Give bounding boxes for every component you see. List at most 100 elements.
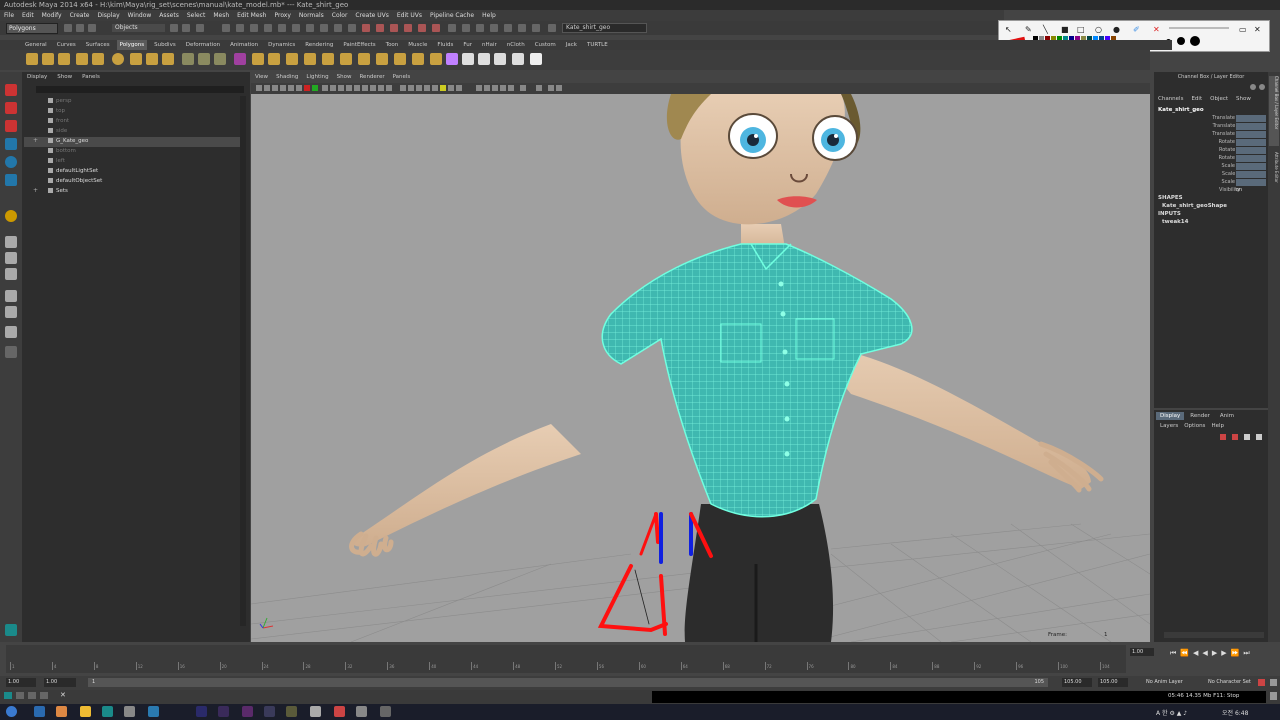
- smooth-icon[interactable]: [252, 53, 264, 65]
- wireframe-on-shaded-icon[interactable]: [362, 85, 368, 91]
- poly-cube-icon[interactable]: [42, 53, 54, 65]
- channel-box-object-name[interactable]: Kate_shirt_geo: [1158, 107, 1204, 113]
- highlighter-icon[interactable]: ✐: [1133, 25, 1140, 34]
- rotate-tool-icon[interactable]: [5, 156, 17, 168]
- shelf-tab-deformation[interactable]: Deformation: [183, 40, 223, 50]
- separate-icon[interactable]: [198, 53, 210, 65]
- expand-icon[interactable]: +: [33, 137, 38, 144]
- attr-rotate-y[interactable]: Rotate Y: [1160, 147, 1240, 153]
- layout-custom-icon[interactable]: [5, 346, 17, 358]
- color-management-icon[interactable]: [508, 85, 514, 91]
- shelf-tab-custom[interactable]: Custom: [532, 40, 559, 50]
- viewport-menu-show[interactable]: Show: [337, 74, 352, 83]
- cursor-icon[interactable]: ↖: [1005, 25, 1012, 34]
- shelf-tab-jack[interactable]: Jack: [563, 40, 580, 50]
- anti-aliasing-icon[interactable]: [448, 85, 454, 91]
- layer-scrollbar[interactable]: [1164, 632, 1264, 638]
- scale-tool-icon[interactable]: [5, 174, 17, 186]
- extract-icon[interactable]: [214, 53, 226, 65]
- app-icon-9[interactable]: [286, 706, 297, 717]
- end-time-field[interactable]: 105.00: [1098, 678, 1128, 687]
- ellipse-icon[interactable]: ○: [1095, 25, 1102, 34]
- premiere-icon[interactable]: [196, 706, 207, 717]
- attr-scale-y-field[interactable]: [1236, 171, 1266, 178]
- system-tray[interactable]: A 한 ⚙ ▲ ♪: [1156, 708, 1187, 717]
- bevel-icon[interactable]: [340, 53, 352, 65]
- layout-two-icon[interactable]: [462, 24, 470, 32]
- poly-cone-icon[interactable]: [76, 53, 88, 65]
- panel-options-icon[interactable]: [548, 85, 554, 91]
- shelf-tab-general[interactable]: General: [22, 40, 50, 50]
- side-tab-attribute-editor[interactable]: Attribute Editor: [1269, 152, 1279, 192]
- shelf-tab-dynamics[interactable]: Dynamics: [265, 40, 298, 50]
- cylindrical-map-icon[interactable]: [478, 53, 490, 65]
- extrude-icon[interactable]: [268, 53, 280, 65]
- shelf-tab-muscle[interactable]: Muscle: [405, 40, 430, 50]
- step-back-frame-icon[interactable]: ◀: [1193, 649, 1202, 657]
- app-icon-10[interactable]: [310, 706, 321, 717]
- attr-translate-z-field[interactable]: [1236, 131, 1266, 138]
- poly-pyramid-icon[interactable]: [146, 53, 158, 65]
- layer-tab-render[interactable]: Render: [1186, 412, 1214, 420]
- outliner-filter-field[interactable]: [36, 86, 244, 93]
- checker-icon[interactable]: [530, 53, 542, 65]
- attr-rotate-z-field[interactable]: [1236, 155, 1266, 162]
- textured-icon[interactable]: [370, 85, 376, 91]
- hypershade-icon[interactable]: [348, 24, 356, 32]
- ambient-occlusion-icon[interactable]: [424, 85, 430, 91]
- soft-select-icon[interactable]: [376, 24, 384, 32]
- stop-icon[interactable]: [1270, 692, 1277, 700]
- outliner-menu-display[interactable]: Display: [27, 74, 47, 84]
- menu-window[interactable]: Window: [128, 10, 152, 21]
- gate-mask-icon[interactable]: [312, 85, 318, 91]
- field-chart-icon[interactable]: [322, 85, 328, 91]
- outliner-item-front[interactable]: front: [48, 117, 69, 126]
- input-node[interactable]: tweak14: [1162, 219, 1188, 225]
- minimize-icon[interactable]: ▭: [1239, 25, 1247, 34]
- new-scene-icon[interactable]: [64, 24, 72, 32]
- menu-help[interactable]: Help: [482, 10, 496, 21]
- rect-icon[interactable]: □: [1077, 25, 1085, 34]
- brush-size-3[interactable]: [1177, 37, 1185, 45]
- insert-edge-loop-icon[interactable]: [322, 53, 334, 65]
- step-forward-key-icon[interactable]: ⏩: [1231, 649, 1244, 657]
- attr-scale-z[interactable]: Scale Z: [1160, 179, 1240, 185]
- attr-scale-x[interactable]: Scale X: [1160, 163, 1240, 169]
- shelf-tab-animation[interactable]: Animation: [227, 40, 261, 50]
- menu-modify[interactable]: Modify: [42, 10, 62, 21]
- depth-of-field-icon[interactable]: [456, 85, 462, 91]
- menu-edit-uvs[interactable]: Edit UVs: [397, 10, 422, 21]
- play-forward-icon[interactable]: ▶: [1212, 649, 1221, 657]
- history-icon[interactable]: [292, 24, 300, 32]
- media-icon[interactable]: [124, 706, 135, 717]
- photoshop-icon[interactable]: [242, 706, 253, 717]
- menu-select[interactable]: Select: [187, 10, 206, 21]
- hud-toggle-icon[interactable]: [476, 85, 482, 91]
- grid-toggle-icon[interactable]: [288, 85, 294, 91]
- viewport-menu-lighting[interactable]: Lighting: [306, 74, 328, 83]
- attr-translate-y[interactable]: Translate Y: [1160, 123, 1240, 129]
- layer-menu-layers[interactable]: Layers: [1160, 423, 1178, 429]
- preferences-icon[interactable]: [1270, 679, 1277, 686]
- menu-mesh[interactable]: Mesh: [213, 10, 229, 21]
- close-icon[interactable]: ✕: [60, 691, 66, 699]
- menu-edit[interactable]: Edit: [22, 10, 34, 21]
- gamma-icon[interactable]: [500, 85, 506, 91]
- layer-tab-anim[interactable]: Anim: [1216, 412, 1238, 420]
- mel-toggle-icon[interactable]: [16, 692, 24, 699]
- shelf-tab-curves[interactable]: Curves: [54, 40, 79, 50]
- stroke-width-slider[interactable]: [1169, 27, 1229, 29]
- expand-icon[interactable]: +: [33, 187, 38, 194]
- grid-display-icon[interactable]: [484, 85, 490, 91]
- start-time-field[interactable]: 1.00: [6, 678, 36, 687]
- bridge-icon[interactable]: [234, 53, 246, 65]
- light-bulb-icon[interactable]: [440, 85, 446, 91]
- select-by-hierarchy-icon[interactable]: [170, 24, 178, 32]
- magnet-icon[interactable]: [362, 24, 370, 32]
- playback-start-field[interactable]: 1.00: [44, 678, 76, 687]
- attr-visibility[interactable]: Visibility: [1160, 187, 1240, 193]
- resolution-gate-icon[interactable]: [304, 85, 310, 91]
- menu-normals[interactable]: Normals: [299, 10, 324, 21]
- layout-hypershade-icon[interactable]: [5, 326, 17, 338]
- reflection-icon[interactable]: [404, 24, 412, 32]
